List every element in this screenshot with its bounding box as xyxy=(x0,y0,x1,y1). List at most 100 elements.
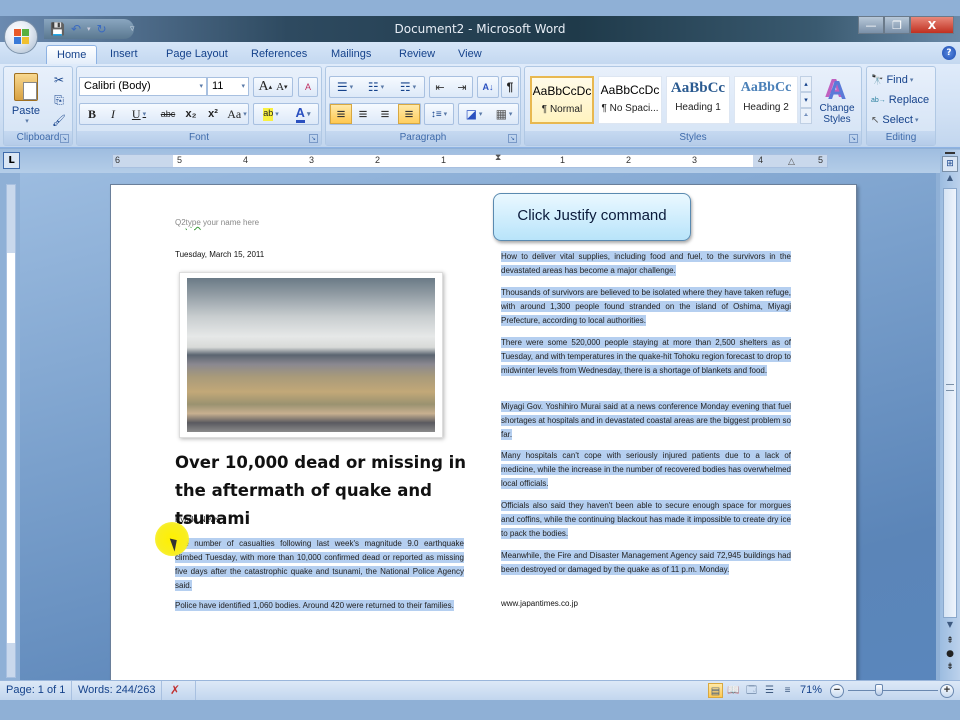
styles-launcher-icon[interactable]: ↘ xyxy=(849,134,858,143)
maximize-button[interactable]: ❐ xyxy=(884,16,910,34)
draft-view-icon[interactable]: ≡ xyxy=(780,683,795,698)
zoom-level[interactable]: 71% xyxy=(800,681,822,700)
strikethrough-button[interactable]: abc xyxy=(157,104,179,124)
page-count[interactable]: Page: 1 of 1 xyxy=(0,681,73,700)
find-button[interactable]: 🔭 Find ▾ xyxy=(871,71,931,89)
browse-object-icon[interactable]: ● xyxy=(942,649,958,662)
scroll-thumb[interactable] xyxy=(946,384,954,391)
center-button[interactable]: ≡ xyxy=(352,104,374,124)
tab-view[interactable]: View xyxy=(448,45,492,64)
zoom-slider-thumb[interactable] xyxy=(874,684,883,696)
tsunami-photo[interactable] xyxy=(179,272,443,438)
word-count[interactable]: Words: 244/263 xyxy=(72,681,163,700)
superscript-button[interactable]: x² xyxy=(203,104,223,124)
numbering-button[interactable]: ☷ ▾ xyxy=(362,77,390,97)
multilevel-list-button[interactable]: ☶ ▾ xyxy=(393,77,423,97)
horizontal-ruler[interactable]: 6 5 4 3 2 1 1 2 3 4 5 ⧗ △ xyxy=(112,153,828,169)
cut-icon[interactable]: ✂ xyxy=(50,71,68,89)
right-indent-marker[interactable]: △ xyxy=(788,157,796,173)
clipboard-launcher-icon[interactable]: ↘ xyxy=(60,134,69,143)
font-launcher-icon[interactable]: ↘ xyxy=(309,134,318,143)
styles-more[interactable]: ⩡ xyxy=(800,108,812,124)
first-line-indent-marker[interactable]: ⧗ xyxy=(495,153,503,169)
format-painter-icon[interactable]: 🖌 xyxy=(50,111,68,129)
tab-review[interactable]: Review xyxy=(389,45,445,64)
customize-qat-icon[interactable]: ▿ xyxy=(130,24,135,34)
change-case-button[interactable]: Aa ▾ xyxy=(225,104,249,124)
save-icon[interactable]: 💾 xyxy=(50,22,65,36)
select-button[interactable]: ↖ Select ▾ xyxy=(871,111,931,129)
previous-page-icon[interactable]: ⇞ xyxy=(942,636,958,649)
right-paragraph[interactable]: Many hospitals can't cope with seriously… xyxy=(501,449,791,491)
vertical-scrollbar[interactable]: ⊞ ▲ ▼ ⇞ ● ⇟ xyxy=(940,150,960,680)
bold-button[interactable]: B xyxy=(82,104,102,124)
text-highlight-button[interactable]: ab ▾ xyxy=(256,104,286,124)
help-icon[interactable]: ? xyxy=(942,46,956,60)
underline-button[interactable]: U ▾ xyxy=(125,104,153,124)
zoom-out-button[interactable]: − xyxy=(830,684,844,698)
scroll-down-icon[interactable]: ▼ xyxy=(942,620,958,634)
bullets-button[interactable]: ☰ ▾ xyxy=(331,77,359,97)
next-page-icon[interactable]: ⇟ xyxy=(942,662,958,675)
show-hide-marks-button[interactable]: ¶ xyxy=(501,76,519,98)
styles-scroll-up[interactable]: ▴ xyxy=(800,76,812,92)
vertical-ruler[interactable] xyxy=(6,184,16,678)
split-handle[interactable] xyxy=(945,152,955,154)
undo-icon[interactable]: ↶ xyxy=(71,22,81,36)
undo-dropdown-icon[interactable]: ▾ xyxy=(87,25,91,33)
left-paragraph[interactable]: Police have identified 1,060 bodies. Aro… xyxy=(175,599,464,613)
font-color-button[interactable]: A ▾ xyxy=(288,104,318,124)
name-placeholder[interactable]: Q2type your name here xyxy=(175,218,259,227)
style-no-spacing[interactable]: AaBbCcDc ¶ No Spaci... xyxy=(598,76,662,124)
paragraph-launcher-icon[interactable]: ↘ xyxy=(508,134,517,143)
paste-button[interactable]: Paste ▾ xyxy=(8,69,44,129)
full-screen-reading-view-icon[interactable]: 📖 xyxy=(726,683,741,698)
minimize-button[interactable]: — xyxy=(858,16,884,34)
replace-button[interactable]: ab→ Replace xyxy=(871,91,935,109)
change-styles-button[interactable]: A Change Styles xyxy=(815,71,859,131)
tab-mailings[interactable]: Mailings xyxy=(321,45,381,64)
tab-selector[interactable]: L xyxy=(3,152,20,169)
subscript-button[interactable]: x₂ xyxy=(181,104,201,124)
grow-font-button[interactable]: A xyxy=(258,79,268,95)
decrease-indent-button[interactable]: ⇤ xyxy=(430,77,450,97)
right-paragraph[interactable]: Officials also said they haven't been ab… xyxy=(501,499,791,541)
style-heading-2[interactable]: AaBbCc Heading 2 xyxy=(734,76,798,124)
style-heading-1[interactable]: AaBbCc Heading 1 xyxy=(666,76,730,124)
tab-insert[interactable]: Insert xyxy=(100,45,148,64)
right-paragraph[interactable]: How to deliver vital supplies, including… xyxy=(501,250,791,278)
tab-references[interactable]: References xyxy=(241,45,317,64)
office-button[interactable] xyxy=(4,20,38,54)
style-normal[interactable]: AaBbCcDc ¶ Normal xyxy=(530,76,594,124)
borders-button[interactable]: ▦ ▾ xyxy=(489,104,519,124)
clear-formatting-button[interactable]: A xyxy=(298,77,318,97)
sort-button[interactable]: A↓ xyxy=(477,76,499,98)
shrink-font-button[interactable]: A xyxy=(276,81,284,93)
right-paragraph[interactable]: Miyagi Gov. Yoshihiro Murai said at a ne… xyxy=(501,400,791,442)
scroll-track[interactable] xyxy=(943,188,957,618)
document-page[interactable]: Q2type your name here Tuesday, March 15,… xyxy=(110,184,857,680)
font-name-select[interactable]: Calibri (Body) ▾ xyxy=(79,77,207,96)
print-layout-view-icon[interactable]: ▤ xyxy=(708,683,723,698)
justify-button[interactable]: ≡ xyxy=(398,104,420,124)
tab-page-layout[interactable]: Page Layout xyxy=(156,45,238,64)
left-paragraph[interactable]: The number of casualties following last … xyxy=(175,537,464,593)
line-spacing-button[interactable]: ↕≡ ▾ xyxy=(424,103,454,125)
align-right-button[interactable]: ≡ xyxy=(374,104,396,124)
view-ruler-icon[interactable]: ⊞ xyxy=(942,156,958,172)
outline-view-icon[interactable]: ☰ xyxy=(762,683,777,698)
italic-button[interactable]: I xyxy=(103,104,123,124)
increase-indent-button[interactable]: ⇥ xyxy=(452,77,472,97)
zoom-in-button[interactable]: + xyxy=(940,684,954,698)
redo-icon[interactable]: ↻ xyxy=(97,22,107,36)
scroll-up-icon[interactable]: ▲ xyxy=(942,173,958,187)
zoom-slider-track[interactable] xyxy=(848,690,938,691)
web-layout-view-icon[interactable]: 🗔 xyxy=(744,683,759,698)
styles-scroll-down[interactable]: ▾ xyxy=(800,92,812,108)
font-size-select[interactable]: 11 ▾ xyxy=(207,77,249,96)
align-left-button[interactable]: ≡ xyxy=(330,104,352,124)
close-button[interactable]: X xyxy=(910,16,954,34)
tab-home[interactable]: Home xyxy=(46,45,98,64)
right-paragraph[interactable]: There were some 520,000 people staying a… xyxy=(501,336,791,378)
shading-button[interactable]: ◪ ▾ xyxy=(459,104,489,124)
